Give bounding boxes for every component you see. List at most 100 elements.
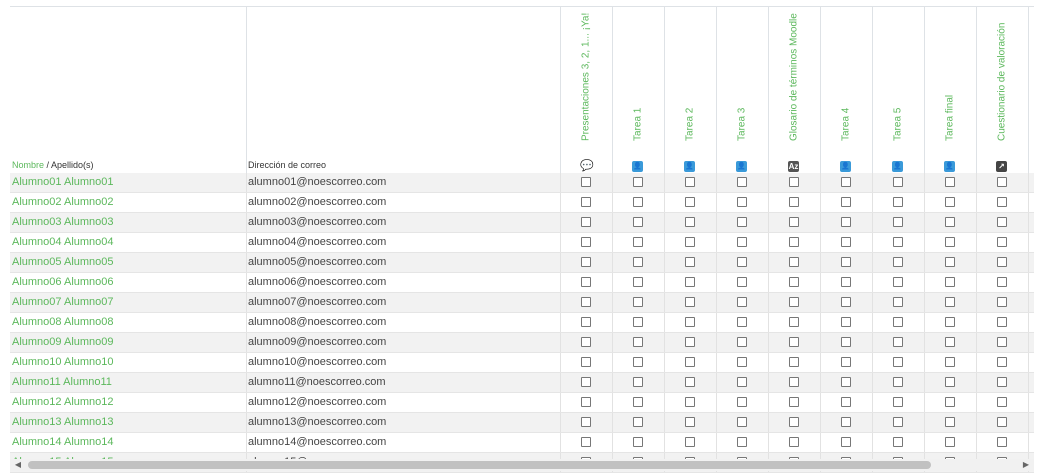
completion-checkbox[interactable] [685, 277, 695, 287]
completion-checkbox[interactable] [841, 217, 851, 227]
completion-checkbox[interactable] [685, 217, 695, 227]
completion-checkbox[interactable] [841, 257, 851, 267]
completion-checkbox[interactable] [581, 257, 591, 267]
completion-checkbox[interactable] [737, 297, 747, 307]
completion-checkbox[interactable] [997, 177, 1007, 187]
completion-checkbox[interactable] [945, 417, 955, 427]
completion-checkbox[interactable] [633, 257, 643, 267]
student-name-link[interactable]: Alumno12 Alumno12 [12, 396, 114, 408]
completion-checkbox[interactable] [789, 217, 799, 227]
completion-checkbox[interactable] [945, 217, 955, 227]
activity-link[interactable]: Presentaciones 3, 2, 1... ¡Ya! [581, 13, 592, 141]
completion-checkbox[interactable] [997, 377, 1007, 387]
completion-checkbox[interactable] [581, 217, 591, 227]
completion-checkbox[interactable] [841, 177, 851, 187]
completion-checkbox[interactable] [685, 257, 695, 267]
completion-checkbox[interactable] [789, 417, 799, 427]
completion-checkbox[interactable] [945, 257, 955, 267]
completion-checkbox[interactable] [945, 337, 955, 347]
completion-checkbox[interactable] [633, 217, 643, 227]
completion-checkbox[interactable] [945, 357, 955, 367]
completion-checkbox[interactable] [737, 277, 747, 287]
completion-checkbox[interactable] [633, 237, 643, 247]
completion-checkbox[interactable] [789, 357, 799, 367]
completion-checkbox[interactable] [841, 197, 851, 207]
activity-link[interactable]: Tarea 2 [685, 108, 696, 141]
completion-checkbox[interactable] [581, 177, 591, 187]
completion-checkbox[interactable] [997, 317, 1007, 327]
activity-link[interactable]: Tarea 5 [893, 108, 904, 141]
activity-link[interactable]: Glosario de términos Moodle [789, 13, 800, 141]
completion-checkbox[interactable] [685, 237, 695, 247]
completion-checkbox[interactable] [945, 237, 955, 247]
completion-checkbox[interactable] [737, 437, 747, 447]
student-name-link[interactable]: Alumno05 Alumno05 [12, 256, 114, 268]
completion-checkbox[interactable] [737, 197, 747, 207]
student-name-link[interactable]: Alumno06 Alumno06 [12, 276, 114, 288]
student-name-link[interactable]: Alumno03 Alumno03 [12, 216, 114, 228]
completion-checkbox[interactable] [581, 337, 591, 347]
completion-checkbox[interactable] [737, 417, 747, 427]
student-name-link[interactable]: Alumno01 Alumno01 [12, 176, 114, 188]
completion-checkbox[interactable] [945, 177, 955, 187]
completion-checkbox[interactable] [945, 437, 955, 447]
activity-link[interactable]: Cuestionario de valoración [997, 23, 1008, 141]
completion-checkbox[interactable] [893, 377, 903, 387]
completion-checkbox[interactable] [633, 197, 643, 207]
completion-checkbox[interactable] [581, 437, 591, 447]
completion-checkbox[interactable] [581, 317, 591, 327]
completion-checkbox[interactable] [685, 337, 695, 347]
completion-checkbox[interactable] [685, 197, 695, 207]
student-name-link[interactable]: Alumno04 Alumno04 [12, 236, 114, 248]
completion-checkbox[interactable] [633, 417, 643, 427]
completion-checkbox[interactable] [893, 197, 903, 207]
completion-checkbox[interactable] [841, 377, 851, 387]
completion-checkbox[interactable] [685, 357, 695, 367]
completion-checkbox[interactable] [685, 377, 695, 387]
completion-checkbox[interactable] [893, 237, 903, 247]
completion-checkbox[interactable] [789, 437, 799, 447]
completion-checkbox[interactable] [737, 397, 747, 407]
completion-checkbox[interactable] [997, 257, 1007, 267]
completion-checkbox[interactable] [789, 317, 799, 327]
completion-checkbox[interactable] [685, 417, 695, 427]
completion-checkbox[interactable] [633, 337, 643, 347]
completion-checkbox[interactable] [685, 177, 695, 187]
completion-checkbox[interactable] [893, 277, 903, 287]
completion-checkbox[interactable] [737, 337, 747, 347]
completion-checkbox[interactable] [633, 357, 643, 367]
completion-checkbox[interactable] [737, 317, 747, 327]
completion-checkbox[interactable] [633, 297, 643, 307]
completion-checkbox[interactable] [789, 257, 799, 267]
completion-checkbox[interactable] [893, 297, 903, 307]
completion-checkbox[interactable] [685, 317, 695, 327]
completion-checkbox[interactable] [945, 197, 955, 207]
completion-checkbox[interactable] [737, 377, 747, 387]
student-name-link[interactable]: Alumno10 Alumno10 [12, 356, 114, 368]
completion-checkbox[interactable] [685, 437, 695, 447]
horizontal-scrollbar[interactable]: ◀ ▶ [10, 459, 1034, 471]
completion-checkbox[interactable] [789, 337, 799, 347]
completion-checkbox[interactable] [997, 297, 1007, 307]
completion-checkbox[interactable] [841, 337, 851, 347]
completion-checkbox[interactable] [633, 397, 643, 407]
completion-checkbox[interactable] [633, 277, 643, 287]
completion-checkbox[interactable] [581, 277, 591, 287]
completion-checkbox[interactable] [893, 357, 903, 367]
completion-checkbox[interactable] [789, 177, 799, 187]
completion-checkbox[interactable] [893, 217, 903, 227]
completion-checkbox[interactable] [997, 437, 1007, 447]
sort-by-surname-link[interactable]: Apellido(s) [51, 160, 94, 170]
completion-checkbox[interactable] [893, 397, 903, 407]
completion-checkbox[interactable] [945, 377, 955, 387]
completion-checkbox[interactable] [581, 417, 591, 427]
completion-checkbox[interactable] [581, 357, 591, 367]
completion-checkbox[interactable] [893, 317, 903, 327]
completion-checkbox[interactable] [789, 377, 799, 387]
student-name-link[interactable]: Alumno14 Alumno14 [12, 436, 114, 448]
completion-checkbox[interactable] [893, 177, 903, 187]
activity-link[interactable]: Tarea 3 [737, 108, 748, 141]
completion-checkbox[interactable] [997, 277, 1007, 287]
completion-checkbox[interactable] [789, 297, 799, 307]
completion-checkbox[interactable] [841, 237, 851, 247]
